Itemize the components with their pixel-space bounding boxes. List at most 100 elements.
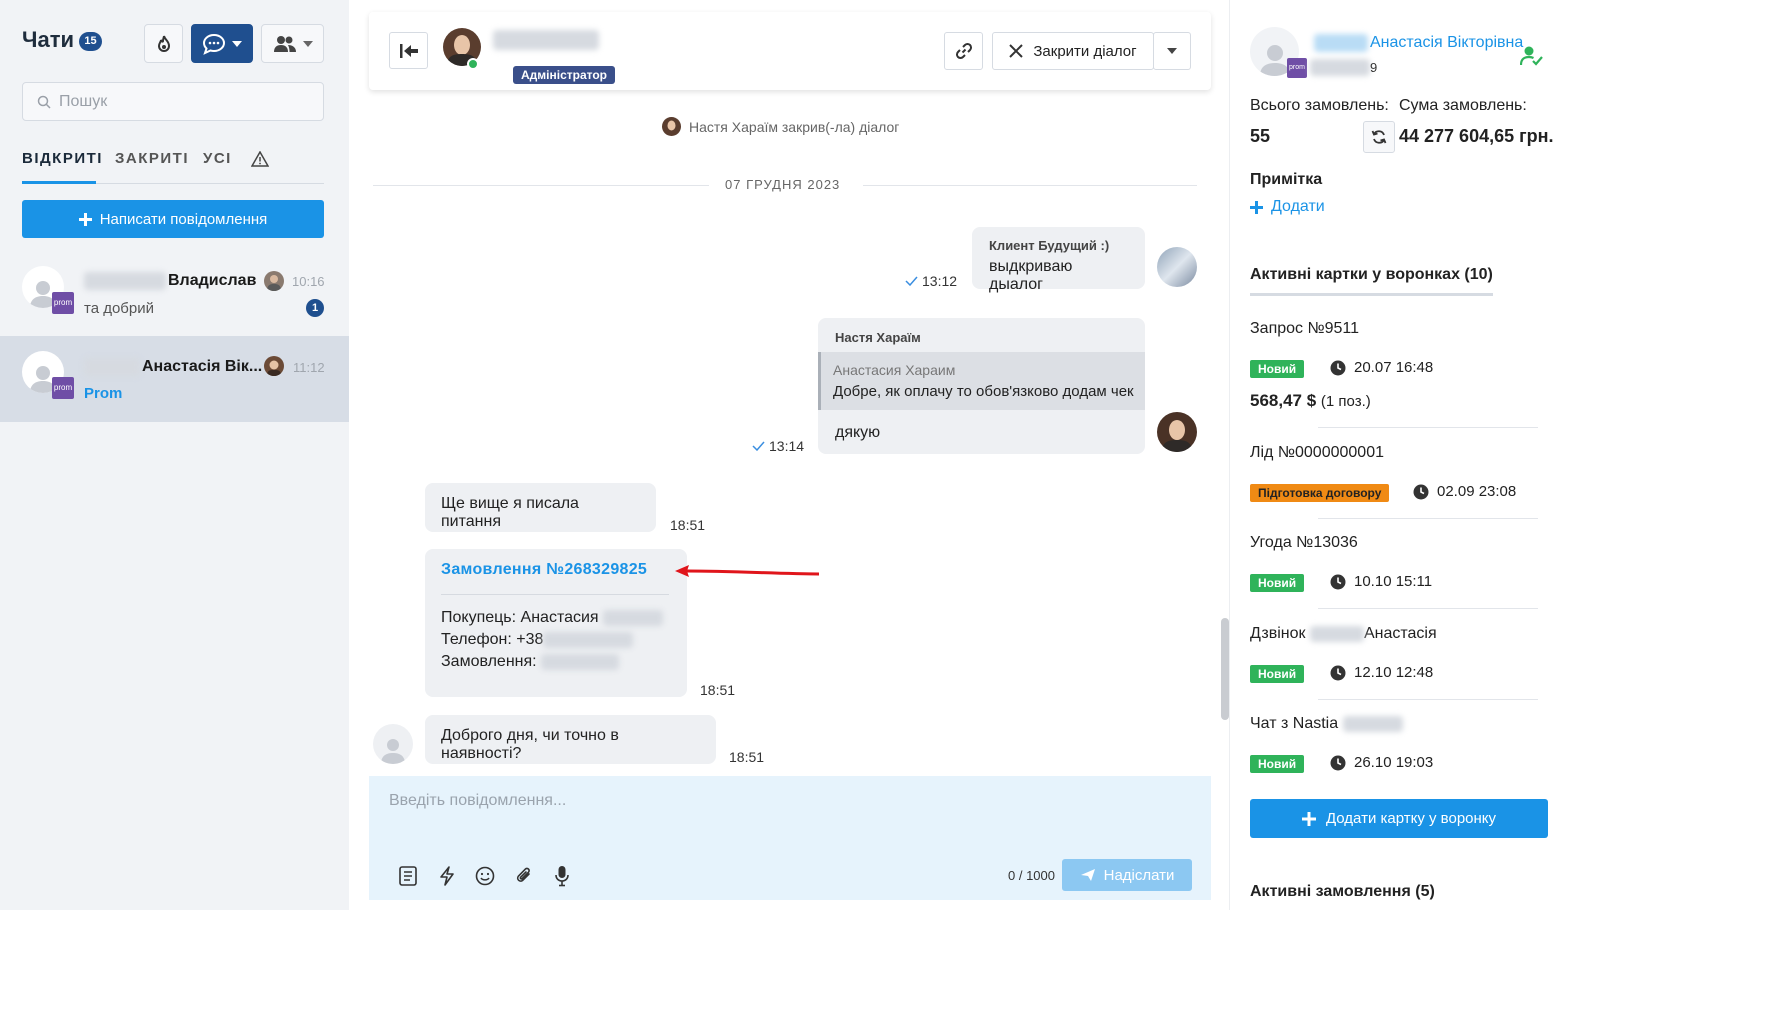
- message-bubble: Ще вище я писала питання: [425, 483, 656, 532]
- voice-button[interactable]: [550, 864, 574, 888]
- card-date: 26.10 19:03: [1330, 754, 1433, 771]
- total-orders-value: 55: [1250, 126, 1271, 146]
- plus-icon: [1301, 811, 1316, 826]
- message-text: Ще вище я писала питання: [441, 495, 579, 530]
- tab-closed[interactable]: ЗАКРИТІ: [115, 150, 189, 184]
- chat-list-item[interactable]: prom Владислав 10:16 та добрий 1: [0, 252, 349, 338]
- active-orders-heading: Активні замовлення (5): [1250, 883, 1435, 900]
- back-button[interactable]: [389, 32, 428, 69]
- redacted-surname: [1314, 34, 1368, 52]
- close-dialog-button[interactable]: Закрити діалог: [992, 32, 1154, 70]
- operator-avatar: [662, 117, 681, 136]
- status-badge: Новий: [1250, 755, 1305, 773]
- lightning-icon: [440, 866, 454, 886]
- customer-panel: prom Анастасія Вікторівна 9 Всього замов…: [1229, 0, 1568, 910]
- arrow-left-bar-icon: [399, 43, 418, 58]
- customer-phone-suffix: 9: [1370, 60, 1378, 75]
- message-input[interactable]: [369, 776, 1211, 836]
- message-time: 13:12: [905, 273, 957, 289]
- chat-list-item[interactable]: prom Анастасія Вік... 11:12 Prom: [0, 336, 349, 422]
- online-indicator: [467, 58, 479, 70]
- message-author: Клиент Будущий :): [989, 238, 1110, 253]
- conversation-header: Адміністратор Закрити діалог: [369, 12, 1211, 90]
- tab-warnings[interactable]: [250, 150, 270, 185]
- chat-source-label: Prom: [84, 385, 123, 402]
- funnel-cards-heading: Активні картки у воронках (10): [1250, 266, 1493, 296]
- message-text: дякую: [835, 424, 881, 441]
- order-link[interactable]: Замовлення №268329825: [441, 561, 647, 579]
- users-filter-button[interactable]: [261, 24, 324, 63]
- tab-all[interactable]: УСІ: [203, 150, 232, 184]
- orders-sum-label: Сума замовлень:: [1399, 97, 1527, 114]
- operator-avatar: [264, 271, 284, 291]
- order-buyer: Покупець: Анастасия: [441, 609, 664, 627]
- chat-tabs: ВІДКРИТІ ЗАКРИТІ УСІ: [22, 150, 324, 184]
- chat-bubble-icon: [202, 33, 226, 55]
- prom-logo-icon: prom: [1287, 58, 1307, 78]
- search-box[interactable]: [22, 82, 324, 121]
- templates-button[interactable]: [396, 864, 420, 888]
- clock-icon: [1330, 360, 1346, 375]
- new-message-label: Написати повідомлення: [99, 210, 268, 228]
- date-separator-text: 07 ГРУДНЯ 2023: [725, 177, 841, 192]
- clock-icon: [1330, 574, 1346, 589]
- close-icon: [1009, 44, 1024, 58]
- chats-mode-button[interactable]: [191, 24, 253, 63]
- add-note-link[interactable]: Додати: [1250, 198, 1325, 216]
- chevron-down-icon: [1167, 48, 1177, 54]
- fire-filter-button[interactable]: [144, 24, 183, 63]
- card-title: Чат з Nastia: [1250, 715, 1403, 733]
- annotation-arrow: [675, 565, 820, 577]
- system-note: Настя Хараїм закрив(-ла) діалог: [662, 117, 899, 136]
- add-funnel-card-button[interactable]: Додати картку у воронку: [1250, 799, 1548, 838]
- attach-button[interactable]: [512, 864, 536, 888]
- redacted-surname: [84, 272, 166, 290]
- chat-preview: та добрий: [84, 300, 154, 317]
- card-title: Дзвінок Анастасія: [1250, 625, 1437, 642]
- refresh-button[interactable]: [1363, 121, 1395, 153]
- message-time: 18:51: [729, 749, 765, 765]
- message-bubble: Доброго дня, чи точно в наявності?: [425, 715, 716, 764]
- check-icon: [752, 441, 765, 451]
- message-bubble: Клиент Будущий :) выдкриваю дыалог: [972, 227, 1145, 293]
- quick-replies-button[interactable]: [435, 864, 459, 888]
- warning-icon: [250, 150, 270, 167]
- header-dropdown-button[interactable]: [1153, 32, 1191, 70]
- message-time: 13:14: [752, 438, 804, 454]
- operator-avatar: [264, 356, 284, 376]
- card-title: Угода №13036: [1250, 534, 1358, 551]
- scrollbar[interactable]: [1221, 618, 1229, 720]
- tab-open[interactable]: ВІДКРИТІ: [22, 150, 101, 184]
- copy-link-button[interactable]: [944, 32, 983, 70]
- chat-name: Анастасія Вік...: [142, 358, 263, 375]
- redacted-surname: [84, 358, 140, 376]
- customer-name[interactable]: Анастасія Вікторівна: [1370, 34, 1523, 52]
- send-button[interactable]: Надіслати: [1062, 859, 1192, 891]
- chat-sidebar: Чати 15 ВІДКРИТІ ЗАКРИТІ УСІ Написати по…: [0, 0, 349, 910]
- new-message-button[interactable]: Написати повідомлення: [22, 200, 324, 238]
- card-date: 20.07 16:48: [1330, 359, 1433, 376]
- search-input[interactable]: [59, 92, 309, 111]
- send-label: Надіслати: [1103, 866, 1175, 884]
- message-composer: 0 / 1000 Надіслати: [369, 776, 1211, 900]
- status-badge: Новий: [1250, 574, 1305, 592]
- prom-logo-icon: prom: [52, 292, 74, 314]
- microphone-icon: [555, 866, 569, 887]
- quote-author: Анастасия Хараим: [833, 362, 956, 378]
- check-icon: [905, 276, 918, 286]
- close-dialog-label: Закрити діалог: [1033, 42, 1137, 60]
- status-badge: Новий: [1250, 360, 1305, 378]
- chat-time: 10:16: [292, 274, 325, 289]
- smile-icon: [475, 866, 495, 886]
- message-text: выдкриваю дыалог: [989, 258, 1073, 293]
- chevron-down-icon: [302, 40, 313, 47]
- emoji-button[interactable]: [473, 864, 497, 888]
- verified-user-icon: [1519, 45, 1544, 71]
- card-title: Лід №0000000001: [1250, 444, 1384, 461]
- order-number: Замовлення:: [441, 653, 620, 671]
- sidebar-title: Чати: [22, 27, 74, 52]
- card-amount: 568,47 $ (1 поз.): [1250, 391, 1371, 410]
- paperclip-icon: [516, 867, 530, 882]
- search-icon: [37, 95, 51, 109]
- char-count: 0 / 1000: [1008, 868, 1055, 883]
